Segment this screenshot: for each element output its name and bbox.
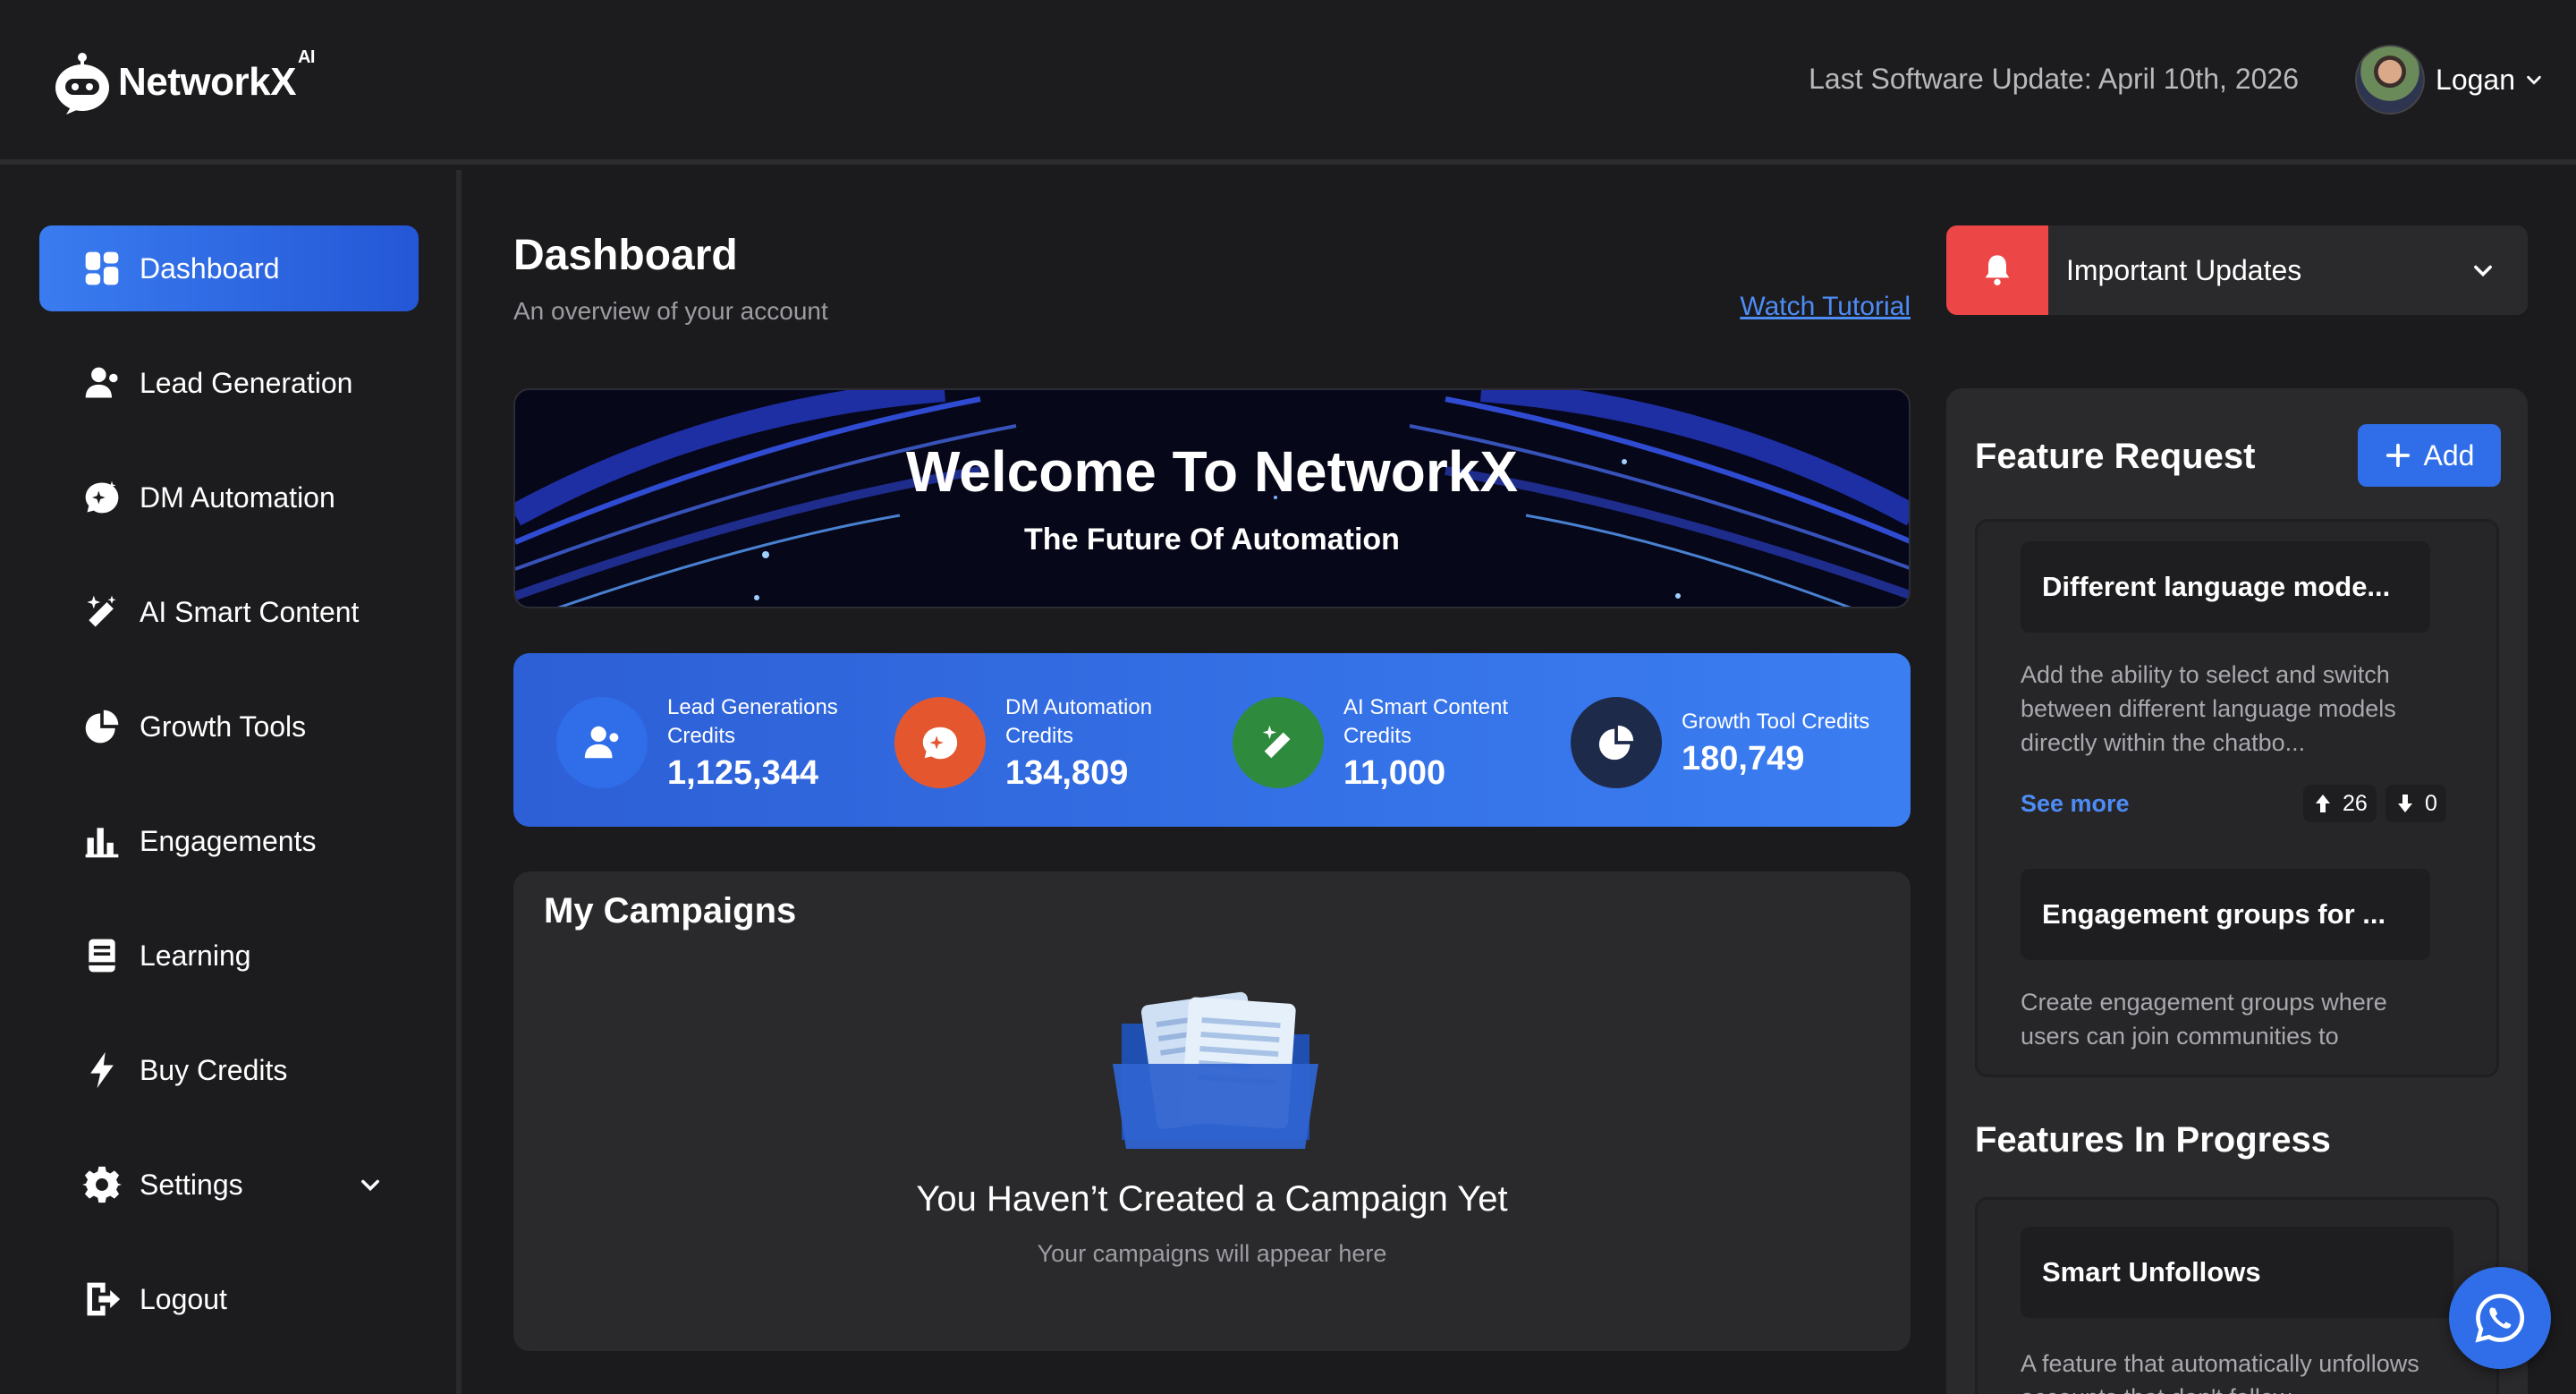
credit-value: 11,000 xyxy=(1343,753,1446,792)
sidebar-item-label: Lead Generation xyxy=(140,366,353,399)
gear-icon xyxy=(82,1166,122,1203)
users-icon xyxy=(85,367,118,398)
chat-sparkle-icon xyxy=(894,697,986,788)
bolt-icon xyxy=(90,1051,114,1089)
add-button-label: Add xyxy=(2423,438,2475,472)
campaigns-title: My Campaigns xyxy=(544,891,797,931)
user-menu[interactable]: Logan xyxy=(2355,45,2544,115)
sidebar-item-buy-credits[interactable]: Buy Credits xyxy=(39,1027,419,1113)
upvote-count: 26 xyxy=(2343,790,2368,816)
features-in-progress-list[interactable]: Smart Unfollows A feature that automatic… xyxy=(1975,1197,2499,1394)
credit-label: Lead Generations Credits xyxy=(667,694,838,748)
page-subtitle: An overview of your account xyxy=(513,297,828,325)
chat-sparkle-icon xyxy=(85,480,119,514)
credit-growth-tool: Growth Tool Credits 180,749 xyxy=(1571,689,1878,796)
sidebar-item-label: Learning xyxy=(140,939,251,972)
empty-state-title: You Haven’t Created a Campaign Yet xyxy=(916,1179,1508,1219)
updates-label: Important Updates xyxy=(2066,254,2302,286)
feature-in-progress-card-title[interactable]: Smart Unfollows xyxy=(2021,1227,2453,1318)
sidebar-item-dashboard[interactable]: Dashboard xyxy=(39,225,419,311)
welcome-banner: Welcome To NetworkX The Future Of Automa… xyxy=(513,388,1911,608)
page-title: Dashboard xyxy=(513,232,738,279)
user-name: Logan xyxy=(2436,63,2515,96)
upvote-button[interactable]: 26 xyxy=(2303,785,2377,822)
sidebar-item-learning[interactable]: Learning xyxy=(39,913,419,999)
features-in-progress-title: Features In Progress xyxy=(1975,1120,2331,1160)
sidebar-item-engagements[interactable]: Engagements xyxy=(39,798,419,884)
credit-label: DM Automation Credits xyxy=(1005,694,1153,748)
top-header: NetworkXAI Last Software Update: April 1… xyxy=(0,0,2576,165)
feature-request-title: Feature Request xyxy=(1975,437,2256,476)
sidebar-item-label: Growth Tools xyxy=(140,710,307,743)
plus-icon xyxy=(2385,443,2410,468)
sidebar-item-ai-smart-content[interactable]: AI Smart Content xyxy=(39,569,419,655)
bell-icon xyxy=(1946,225,2048,315)
feature-request-card-title[interactable]: Engagement groups for ... xyxy=(2021,869,2430,960)
empty-state-subtitle: Your campaigns will appear here xyxy=(1037,1240,1387,1267)
magic-wand-icon xyxy=(87,595,116,627)
downvote-button[interactable]: 0 xyxy=(2385,785,2446,822)
sidebar-item-label: Engagements xyxy=(140,824,317,857)
feature-request-card-desc: Add the ability to select and switch bet… xyxy=(2021,661,2396,756)
sidebar-item-growth-tools[interactable]: Growth Tools xyxy=(39,684,419,769)
chevron-down-icon xyxy=(2474,265,2492,277)
banner-subtitle: The Future Of Automation xyxy=(1024,523,1400,557)
feature-request-card-title[interactable]: Different language mode... xyxy=(2021,541,2430,633)
last-update-text: Last Software Update: April 10th, 2026 xyxy=(1809,63,2299,95)
credit-label: AI Smart Content Credits xyxy=(1343,694,1509,748)
brand-name: NetworkXAI xyxy=(118,47,315,104)
grid-icon xyxy=(85,251,119,285)
downvote-count: 0 xyxy=(2425,790,2437,816)
sidebar-item-settings[interactable]: Settings xyxy=(39,1142,419,1228)
credit-value: 180,749 xyxy=(1682,739,1805,778)
credit-lead-generations: Lead Generations Credits 1,125,344 xyxy=(556,689,864,796)
magic-wand-icon xyxy=(1233,697,1324,788)
whatsapp-chat-button[interactable] xyxy=(2449,1267,2551,1369)
sidebar-item-label: DM Automation xyxy=(140,480,335,514)
robot-logo-icon xyxy=(55,53,109,115)
logout-icon xyxy=(87,1282,121,1316)
right-panel: Feature Request Add Different language m… xyxy=(1946,388,2528,1394)
users-icon xyxy=(556,697,648,788)
pie-chart-icon xyxy=(1571,697,1662,788)
feature-request-card: Engagement groups for ... Create engagem… xyxy=(1992,860,2475,1075)
important-updates-dropdown[interactable]: Important Updates xyxy=(1946,225,2528,315)
whatsapp-icon xyxy=(2475,1294,2525,1343)
sidebar: Dashboard Lead Generation DM Automation … xyxy=(0,170,462,1394)
book-icon xyxy=(89,939,115,973)
arrow-up-icon xyxy=(2316,795,2330,812)
chevron-down-icon xyxy=(361,1179,379,1192)
credit-label: Growth Tool Credits xyxy=(1682,709,1870,734)
credit-dm-automation: DM Automation Credits 134,809 xyxy=(894,689,1202,796)
feature-request-card-desc: Create engagement groups where users can… xyxy=(2021,989,2387,1050)
see-more-link[interactable]: See more xyxy=(2021,790,2130,818)
sidebar-item-dm-automation[interactable]: DM Automation xyxy=(39,455,419,540)
folder-documents-icon xyxy=(1113,991,1318,1149)
credit-ai-smart-content: AI Smart Content Credits 11,000 xyxy=(1233,689,1540,796)
banner-title: Welcome To NetworkX xyxy=(906,439,1518,504)
add-feature-request-button[interactable]: Add xyxy=(2358,424,2501,487)
chevron-down-icon xyxy=(2527,75,2541,85)
feature-in-progress-card: Smart Unfollows A feature that automatic… xyxy=(1992,1218,2475,1394)
sidebar-item-label: Buy Credits xyxy=(140,1053,288,1086)
watch-tutorial-link[interactable]: Watch Tutorial xyxy=(1740,292,1911,322)
feature-request-card: Different language mode... Add the abili… xyxy=(1992,532,2475,835)
sidebar-item-logout[interactable]: Logout xyxy=(39,1256,419,1342)
bar-chart-icon xyxy=(85,828,119,858)
credits-summary: Lead Generations Credits 1,125,344 DM Au… xyxy=(513,653,1911,827)
sidebar-item-label: AI Smart Content xyxy=(140,595,360,628)
feature-in-progress-card-desc: A feature that automatically unfollows a… xyxy=(2021,1350,2419,1394)
pie-chart-icon xyxy=(85,710,119,744)
sidebar-item-label: Settings xyxy=(140,1168,243,1201)
campaigns-panel: My Campaigns You Haven’t Created a Campa… xyxy=(513,871,1911,1351)
sidebar-item-label: Logout xyxy=(140,1282,227,1315)
feature-request-list[interactable]: Different language mode... Add the abili… xyxy=(1975,519,2499,1077)
credit-value: 134,809 xyxy=(1005,753,1129,792)
brand-logo[interactable]: NetworkXAI xyxy=(54,47,315,115)
arrow-down-icon xyxy=(2398,795,2412,812)
sidebar-item-label: Dashboard xyxy=(140,251,280,285)
sidebar-item-lead-generation[interactable]: Lead Generation xyxy=(39,340,419,426)
credit-value: 1,125,344 xyxy=(667,753,819,792)
avatar xyxy=(2355,45,2426,115)
